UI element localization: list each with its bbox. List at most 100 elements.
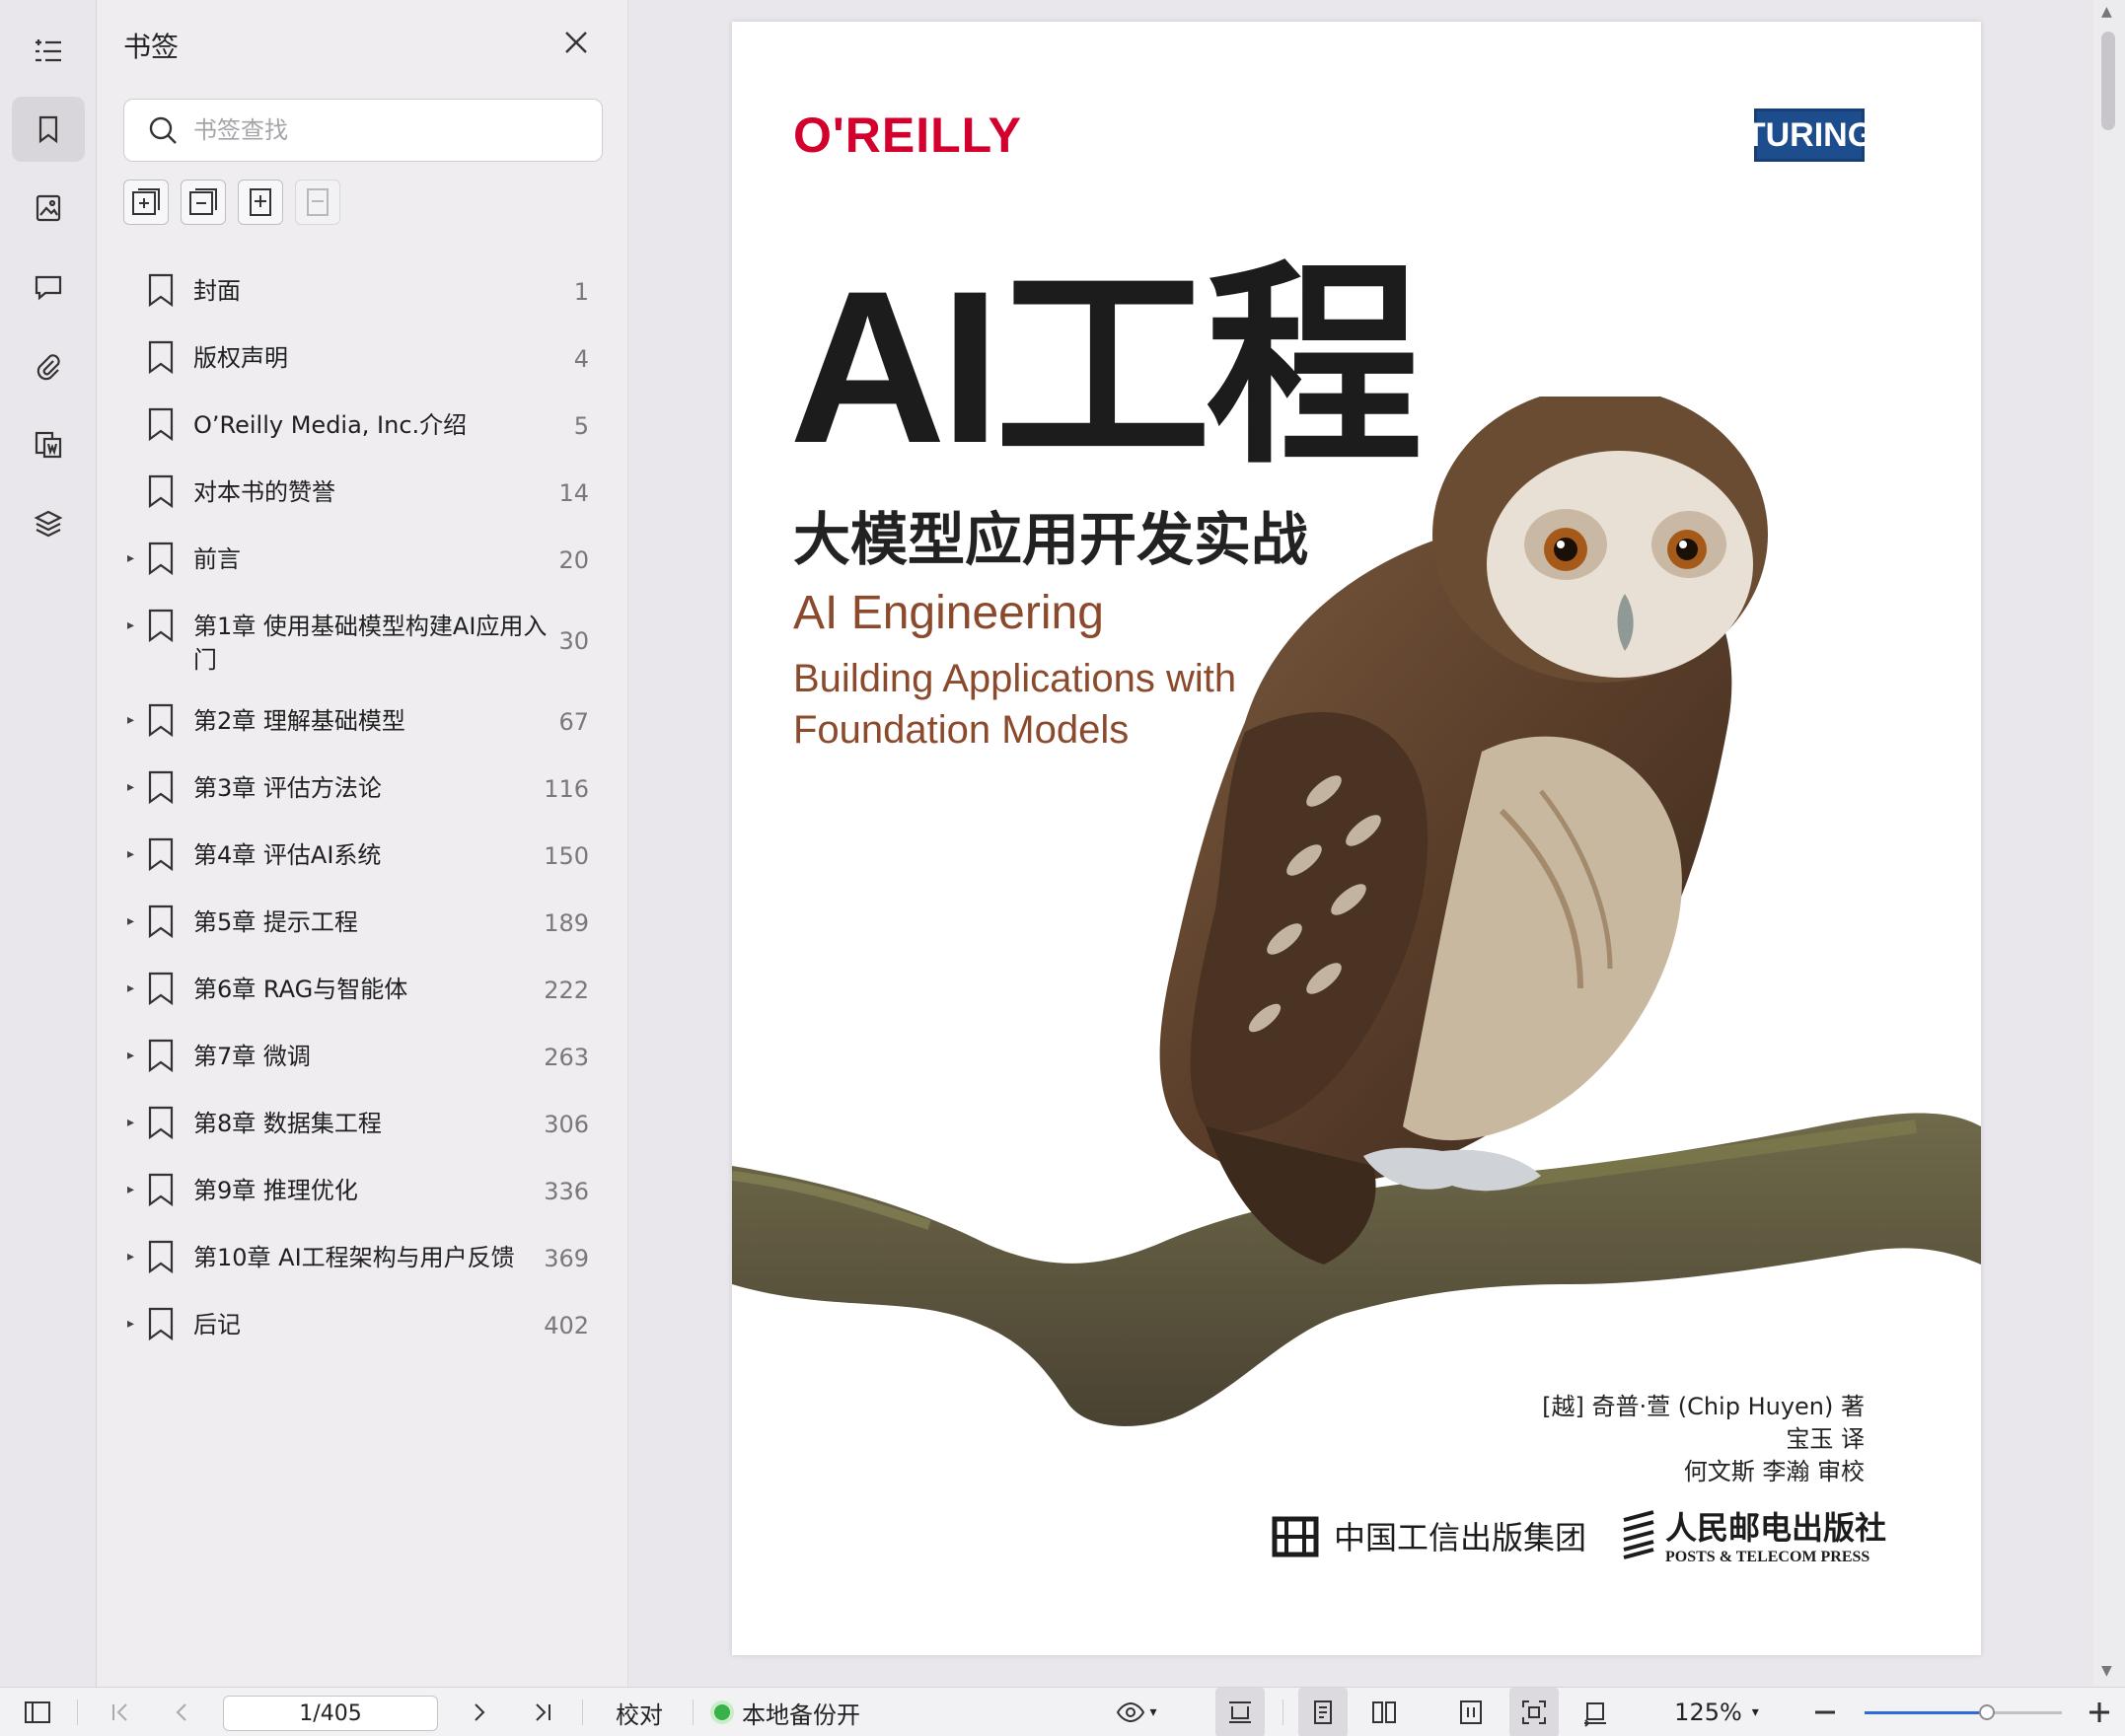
thumbnail-icon[interactable] bbox=[12, 176, 85, 241]
extract-page-icon[interactable] bbox=[12, 412, 85, 477]
two-page-button[interactable] bbox=[1359, 1688, 1409, 1736]
expand-arrow-icon[interactable]: ▸ bbox=[127, 779, 141, 795]
expand-arrow-icon[interactable]: ▸ bbox=[127, 1316, 141, 1332]
search-icon bbox=[149, 116, 177, 144]
toggle-sidebar-button[interactable] bbox=[16, 1688, 59, 1736]
outline-icon[interactable] bbox=[12, 18, 85, 83]
fit-page-icon bbox=[1460, 1700, 1482, 1724]
expand-all-icon bbox=[132, 188, 160, 215]
separator bbox=[693, 1700, 694, 1725]
turing-logo: TURING bbox=[1745, 108, 1873, 162]
bookmark-item[interactable]: ▸ 第5章 提示工程 189 bbox=[98, 890, 628, 957]
single-page-button[interactable] bbox=[1298, 1688, 1348, 1736]
expand-arrow-icon[interactable]: ▸ bbox=[127, 550, 141, 566]
bookmark-item[interactable]: ▸ 第8章 数据集工程 306 bbox=[98, 1091, 628, 1158]
next-page-button[interactable] bbox=[458, 1688, 501, 1736]
page-number-input[interactable] bbox=[223, 1696, 438, 1731]
close-icon[interactable] bbox=[559, 26, 593, 59]
attachment-icon[interactable] bbox=[12, 333, 85, 398]
expand-arrow-icon[interactable]: ▸ bbox=[127, 1182, 141, 1197]
cover-subtitle-en: Building Applications with Foundation Mo… bbox=[793, 657, 1237, 752]
bookmark-item[interactable]: ▸ 第3章 评估方法论 116 bbox=[98, 756, 628, 823]
bookmark-label: 第4章 评估AI系统 bbox=[193, 841, 382, 869]
bookmark-list: 封面 1 版权声明 4 O’Reilly Media, Inc.介绍 5 对本书的赞誉 14 ▸… bbox=[98, 258, 628, 1359]
bookmark-icon bbox=[148, 837, 174, 872]
expand-all-button[interactable] bbox=[123, 180, 169, 225]
backup-status-label: 本地备份开 bbox=[742, 1700, 860, 1729]
zoom-slider-knob[interactable] bbox=[1979, 1704, 1995, 1720]
scroll-down-arrow[interactable]: ▼ bbox=[2101, 1663, 2112, 1679]
collapse-all-button[interactable] bbox=[181, 180, 226, 225]
bookmark-item[interactable]: ▸ 第10章 AI工程架构与用户反馈 369 bbox=[98, 1225, 628, 1292]
bookmark-item[interactable]: ▸ 前言 20 bbox=[98, 527, 628, 594]
backup-status-button[interactable]: 本地备份开 bbox=[710, 1688, 898, 1736]
bookmark-item[interactable]: ▸ 第4章 评估AI系统 150 bbox=[98, 823, 628, 890]
expand-arrow-icon[interactable]: ▸ bbox=[127, 980, 141, 996]
expand-arrow-icon[interactable]: ▸ bbox=[127, 712, 141, 728]
bookmark-item[interactable]: 封面 1 bbox=[98, 258, 628, 326]
fit-width-icon bbox=[1229, 1701, 1251, 1723]
last-page-button[interactable] bbox=[521, 1688, 564, 1736]
publisher-press-cn: 人民邮电出版社 bbox=[1665, 1509, 1887, 1547]
bookmark-item[interactable]: 对本书的赞誉 14 bbox=[98, 460, 628, 527]
translator-line: 宝玉 译 bbox=[1786, 1425, 1865, 1453]
author-line: [越] 奇普·萱 (Chip Huyen) 著 bbox=[1542, 1393, 1865, 1420]
add-bookmark-button[interactable] bbox=[238, 180, 283, 225]
bookmark-item[interactable]: ▸ 第1章 使用基础模型构建AI应用入门 30 bbox=[98, 594, 628, 688]
expand-arrow-icon[interactable]: ▸ bbox=[127, 1115, 141, 1130]
oreilly-logo: O'REILLY bbox=[793, 108, 1022, 163]
document-viewport[interactable]: O'REILLY TURING AI工程 大模型应用开发实战 AI Engine… bbox=[629, 0, 2093, 1687]
bookmark-item[interactable]: ▸ 第9章 推理优化 336 bbox=[98, 1158, 628, 1225]
bookmark-toolbar bbox=[123, 180, 340, 225]
bookmark-item[interactable]: ▸ 第2章 理解基础模型 67 bbox=[98, 688, 628, 756]
actual-size-button[interactable] bbox=[1509, 1688, 1559, 1736]
rotate-button[interactable] bbox=[1571, 1688, 1620, 1736]
expand-arrow-icon[interactable]: ▸ bbox=[127, 617, 141, 633]
bookmark-icon[interactable] bbox=[12, 97, 85, 162]
bookmark-icon bbox=[148, 770, 174, 805]
expand-arrow-icon[interactable]: ▸ bbox=[127, 846, 141, 862]
bookmark-label: 前言 bbox=[193, 545, 241, 573]
expand-arrow-icon[interactable]: ▸ bbox=[127, 1048, 141, 1063]
view-mode-dropdown[interactable]: ▾ bbox=[1105, 1688, 1168, 1736]
bookmark-item[interactable]: ▸ 后记 402 bbox=[98, 1292, 628, 1359]
prev-page-button[interactable] bbox=[160, 1688, 203, 1736]
comment-icon[interactable] bbox=[12, 254, 85, 320]
vertical-scrollbar[interactable]: ▲ ▼ bbox=[2093, 0, 2125, 1687]
bookmark-search-input[interactable] bbox=[193, 116, 588, 144]
bookmark-page-number: 189 bbox=[544, 909, 589, 937]
last-page-icon bbox=[536, 1703, 550, 1721]
actual-size-icon bbox=[1522, 1700, 1546, 1724]
delete-bookmark-button[interactable] bbox=[295, 180, 340, 225]
reviewer-line: 何文斯 李瀚 审校 bbox=[1683, 1458, 1865, 1485]
first-page-button[interactable] bbox=[99, 1688, 142, 1736]
publisher-group-icon bbox=[1272, 1516, 1319, 1557]
bookmark-page-number: 5 bbox=[573, 412, 589, 440]
bookmark-item[interactable]: ▸ 第6章 RAG与智能体 222 bbox=[98, 957, 628, 1024]
fit-width-button[interactable] bbox=[1215, 1688, 1265, 1736]
bookmark-page-number: 306 bbox=[544, 1111, 589, 1138]
scroll-thumb[interactable] bbox=[2101, 32, 2115, 130]
bookmark-item[interactable]: 版权声明 4 bbox=[98, 326, 628, 393]
status-bar: 校对 本地备份开 ▾ 125% ▾ bbox=[0, 1687, 2125, 1736]
bookmark-icon bbox=[148, 703, 174, 738]
bookmark-label: 第1章 使用基础模型构建AI应用入门 bbox=[193, 613, 548, 674]
zoom-in-button[interactable] bbox=[2078, 1688, 2121, 1736]
bookmark-search-box[interactable] bbox=[123, 99, 603, 162]
separator bbox=[1282, 1700, 1283, 1725]
layers-icon[interactable] bbox=[12, 491, 85, 556]
proofread-button[interactable]: 校对 bbox=[600, 1688, 679, 1736]
zoom-slider[interactable] bbox=[1865, 1704, 2062, 1720]
bookmark-icon bbox=[148, 972, 174, 1006]
zoom-out-button[interactable] bbox=[1803, 1688, 1847, 1736]
bookmark-icon bbox=[148, 542, 174, 576]
fit-page-button[interactable] bbox=[1446, 1688, 1496, 1736]
bookmark-item[interactable]: ▸ 第7章 微调 263 bbox=[98, 1024, 628, 1091]
scroll-up-arrow[interactable]: ▲ bbox=[2101, 4, 2112, 20]
expand-arrow-icon[interactable]: ▸ bbox=[127, 913, 141, 929]
bookmark-label: 第9章 推理优化 bbox=[193, 1177, 358, 1204]
bookmark-icon bbox=[148, 1307, 174, 1341]
bookmark-item[interactable]: O’Reilly Media, Inc.介绍 5 bbox=[98, 393, 628, 460]
expand-arrow-icon[interactable]: ▸ bbox=[127, 1249, 141, 1265]
zoom-dropdown[interactable]: 125% ▾ bbox=[1667, 1688, 1766, 1736]
